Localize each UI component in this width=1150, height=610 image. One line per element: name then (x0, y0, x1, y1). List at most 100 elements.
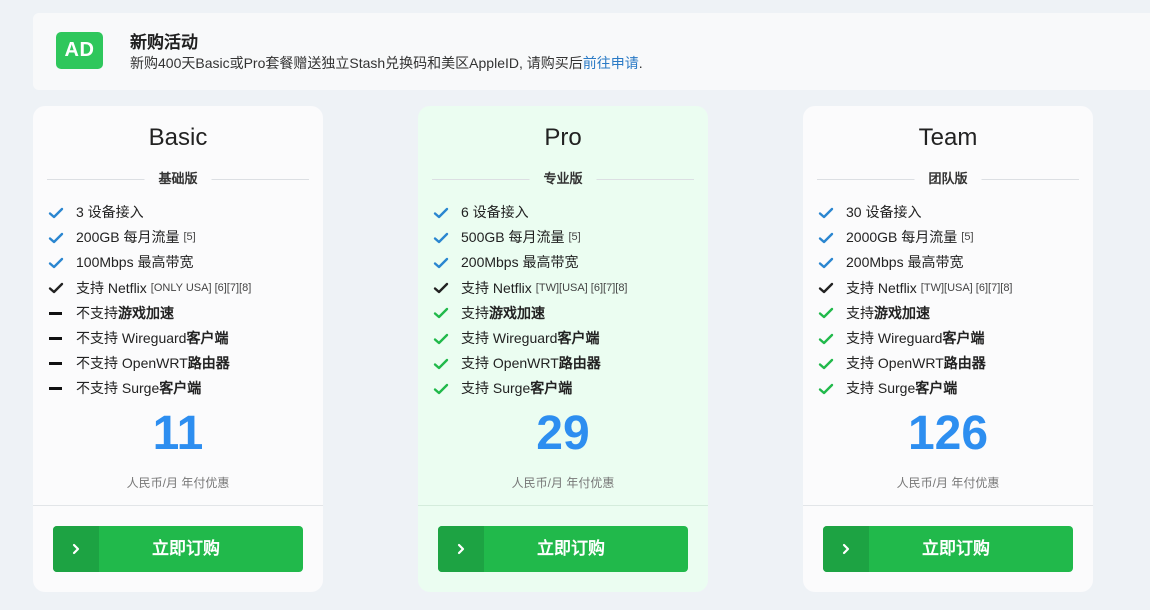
plan-price: 126 (907, 407, 989, 460)
plan-card-pro: Pro 专业版 6 设备接入 500GB 每月流量 [5] 200Mbps 最高带宽支… (418, 106, 708, 592)
ad-description-text: 新购400天Basic或Pro套餐赠送独立Stash兑换码和美区AppleID,… (130, 55, 583, 71)
dash-icon (47, 304, 65, 322)
plan-name: Pro (544, 124, 582, 151)
feature-text: 200Mbps 最高带宽 (461, 254, 579, 271)
feature-item: 6 设备接入 (432, 200, 628, 225)
feature-note: [5] (183, 231, 196, 244)
check-icon (817, 355, 835, 373)
ad-badge: AD (56, 32, 103, 69)
divider (803, 505, 1093, 506)
check-icon (817, 330, 835, 348)
ad-description: 新购400天Basic或Pro套餐赠送独立Stash兑换码和美区AppleID,… (130, 53, 643, 73)
feature-note: [ONLY USA] [6][7][8] (150, 281, 252, 294)
feature-item: 支持 OpenWRT 路由器 (817, 351, 1013, 376)
feature-item: 2000GB 每月流量 [5] (817, 225, 1013, 250)
plan-subtitle: 团队版 (914, 170, 982, 188)
feature-item: 100Mbps 最高带宽 (47, 250, 251, 275)
feature-item: 支持 Surge 客户端 (817, 376, 1013, 401)
feature-list: 30 设备接入 2000GB 每月流量 [5] 200Mbps 最高带宽 支持 Netf… (817, 200, 1013, 402)
feature-text: 不支持 Surge (76, 380, 160, 397)
check-icon (432, 254, 450, 272)
dash-icon (47, 330, 65, 348)
feature-text: 不支持 Wireguard (76, 330, 187, 347)
feature-text: 支持 (846, 304, 874, 321)
feature-item: 不支持 Surge 客户端 (47, 376, 251, 401)
feature-item: 3 设备接入 (47, 200, 251, 225)
price-note: 人民币/月 年付优惠 (126, 476, 230, 490)
feature-item: 支持 Netflix [ONLY USA] [6][7][8] (47, 276, 251, 301)
price-note: 人民币/月 年付优惠 (511, 476, 615, 490)
feature-text-bold: 游戏加速 (489, 304, 545, 321)
feature-text: 支持 OpenWRT (846, 355, 944, 372)
feature-item: 200GB 每月流量 [5] (47, 225, 251, 250)
dash-icon (47, 380, 65, 398)
feature-text: 3 设备接入 (76, 204, 144, 221)
check-icon (432, 204, 450, 222)
feature-text-bold: 游戏加速 (874, 304, 930, 321)
plan-price: 11 (152, 407, 204, 460)
check-icon (47, 254, 65, 272)
feature-text: 支持 Netflix (846, 279, 917, 296)
subscribe-button-pro[interactable]: 立即订购 (438, 526, 688, 572)
check-icon (817, 254, 835, 272)
feature-text: 30 设备接入 (846, 204, 922, 221)
divider (418, 505, 708, 506)
check-icon (47, 279, 65, 297)
apply-link[interactable]: 前往申请 (583, 55, 639, 71)
plan-name: Team (918, 124, 978, 151)
plan-name: Basic (148, 124, 208, 151)
feature-item: 200Mbps 最高带宽 (817, 250, 1013, 275)
feature-text: 支持 Wireguard (461, 330, 558, 347)
feature-text-bold: 客户端 (915, 380, 958, 397)
feature-item: 支持 OpenWRT 路由器 (432, 351, 628, 376)
feature-note: [5] (961, 231, 974, 244)
plan-price: 29 (536, 407, 590, 460)
feature-item: 200Mbps 最高带宽 (432, 250, 628, 275)
plan-card-basic: Basic 基础版 3 设备接入 200GB 每月流量 [5] 100Mbps 最高带… (33, 106, 323, 592)
plan-card-team: Team 团队版 30 设备接入 2000GB 每月流量 [5] 200Mbps 最高… (803, 106, 1093, 592)
subscribe-button-team[interactable]: 立即订购 (823, 526, 1073, 572)
feature-text: 200Mbps 最高带宽 (846, 254, 964, 271)
plan-subtitle-row: 团队版 (817, 170, 1079, 188)
dash-icon (47, 355, 65, 373)
ad-banner: AD 新购活动 新购400天Basic或Pro套餐赠送独立Stash兑换码和美区… (33, 13, 1150, 90)
plan-subtitle-row: 专业版 (432, 170, 694, 188)
ad-description-suffix: . (638, 55, 643, 71)
feature-note: [5] (568, 231, 581, 244)
check-icon (432, 304, 450, 322)
feature-item: 支持 Netflix [TW][USA] [6][7][8] (817, 276, 1013, 301)
ad-title: 新购活动 (130, 33, 198, 52)
plan-subtitle-row: 基础版 (47, 170, 309, 188)
check-icon (432, 229, 450, 247)
feature-list: 6 设备接入 500GB 每月流量 [5] 200Mbps 最高带宽 支持 Netfli… (432, 200, 628, 402)
chevron-right-icon (823, 526, 869, 572)
feature-text-bold: 路由器 (558, 355, 601, 372)
plan-subtitle: 基础版 (144, 170, 212, 188)
subscribe-button-basic[interactable]: 立即订购 (53, 526, 303, 572)
feature-item: 支持 游戏加速 (432, 301, 628, 326)
feature-item: 支持 Wireguard 客户端 (432, 326, 628, 351)
feature-text-bold: 客户端 (159, 380, 202, 397)
feature-list: 3 设备接入 200GB 每月流量 [5] 100Mbps 最高带宽 支持 Netfli… (47, 200, 251, 402)
check-icon (817, 204, 835, 222)
feature-item: 不支持 游戏加速 (47, 301, 251, 326)
feature-text-bold: 客户端 (186, 330, 229, 347)
feature-text: 6 设备接入 (461, 204, 529, 221)
feature-text: 支持 Surge (461, 380, 531, 397)
feature-item: 支持 Surge 客户端 (432, 376, 628, 401)
subscribe-button-label: 立即订购 (922, 539, 990, 558)
feature-text: 不支持 OpenWRT (76, 355, 188, 372)
check-icon (47, 229, 65, 247)
check-icon (817, 380, 835, 398)
check-icon (432, 279, 450, 297)
feature-text-bold: 路由器 (187, 355, 230, 372)
divider (33, 505, 323, 506)
check-icon (432, 355, 450, 373)
feature-text: 支持 Netflix (461, 279, 532, 296)
feature-text-bold: 客户端 (530, 380, 573, 397)
check-icon (817, 279, 835, 297)
feature-item: 支持 Netflix [TW][USA] [6][7][8] (432, 276, 628, 301)
feature-text-bold: 客户端 (557, 330, 600, 347)
check-icon (432, 380, 450, 398)
check-icon (47, 204, 65, 222)
